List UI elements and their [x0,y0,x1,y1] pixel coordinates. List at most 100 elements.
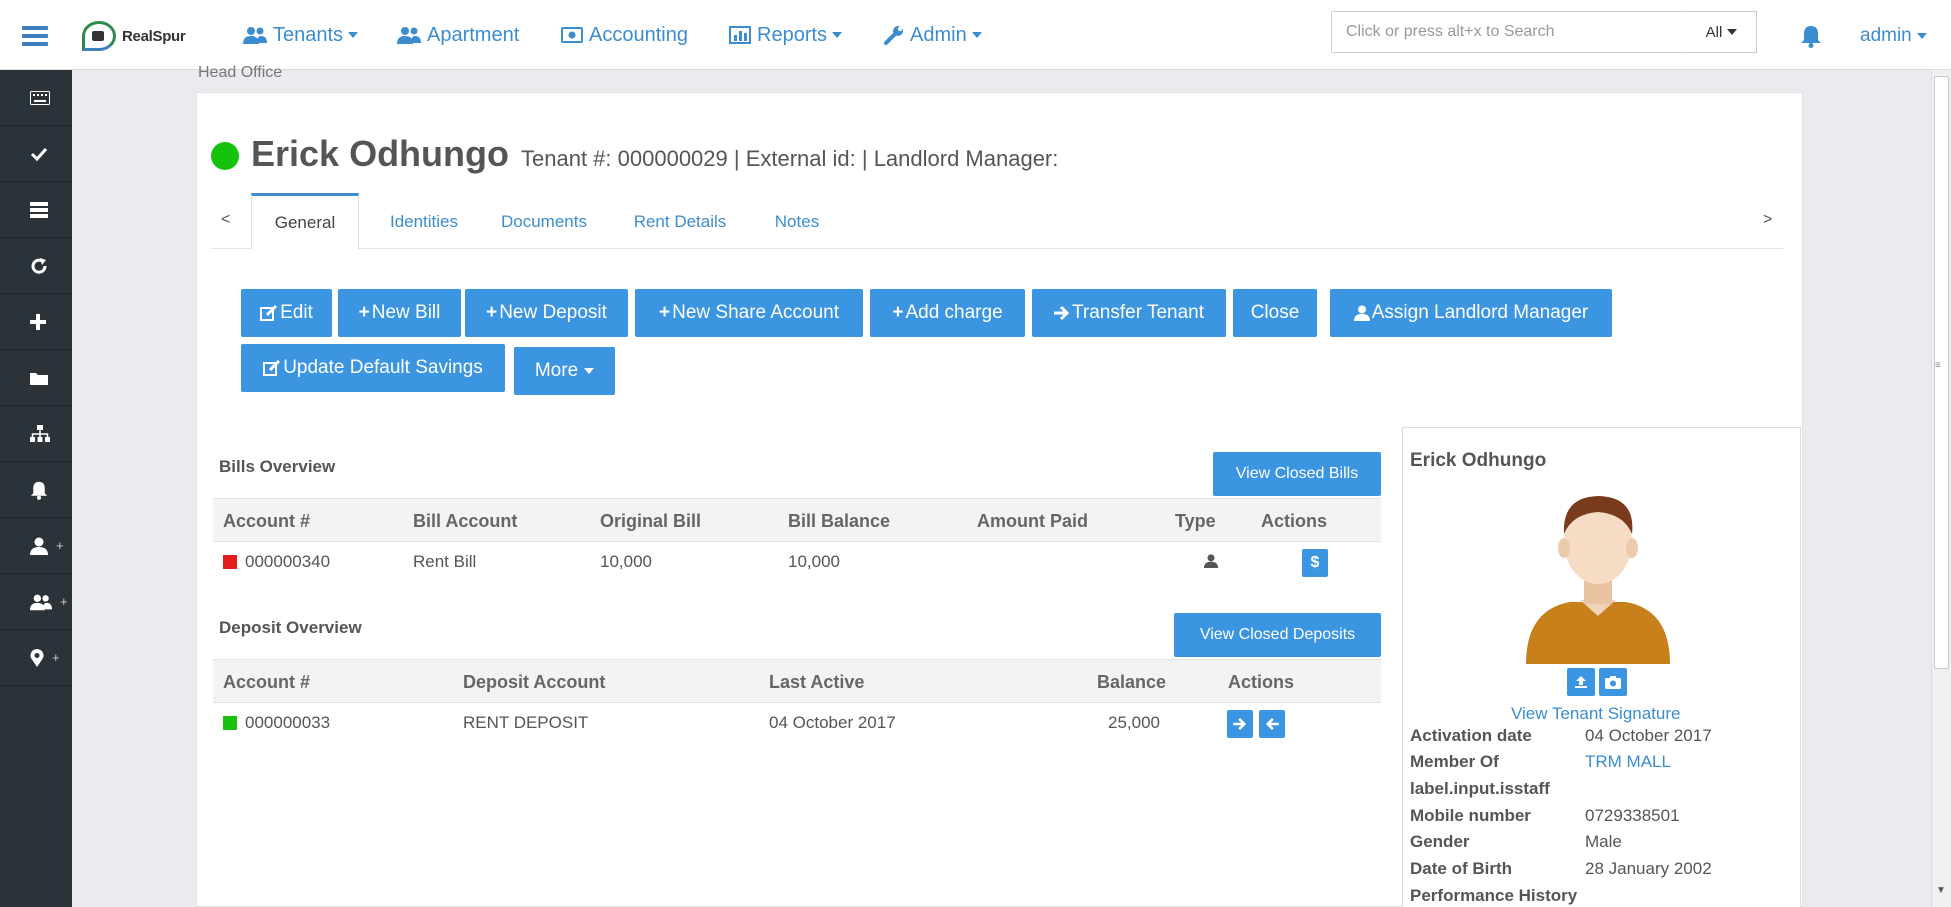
plus-icon: + [486,302,498,323]
search-input[interactable] [1332,12,1687,52]
breadcrumb: Head Office [198,64,282,82]
nav-accounting-label: Accounting [589,23,688,46]
info-value: 28 January 2002 [1585,859,1712,878]
hamburger-menu-icon[interactable] [22,26,48,46]
tab-scroll-right[interactable]: > [1763,211,1772,229]
caret-down-icon [348,32,359,38]
new-share-account-label: New Share Account [672,302,839,323]
nav-admin[interactable]: Admin [884,20,982,50]
tab-documents[interactable]: Documents [489,193,599,250]
add-charge-label: Add charge [905,302,1003,323]
more-dropdown-button[interactable]: More [514,347,615,395]
type-cell [1204,554,1218,568]
transfer-tenant-button[interactable]: Transfer Tenant [1032,289,1226,337]
update-default-savings-button[interactable]: Update Default Savings [241,344,505,392]
tab-notes[interactable]: Notes [761,193,833,250]
nav-apartment[interactable]: Apartment [397,20,519,50]
original-bill: 10,000 [600,552,652,571]
bill-balance: 10,000 [788,552,840,571]
sidebar-item-location[interactable]: + [0,630,72,686]
sidebar-item-notifications[interactable] [0,462,72,518]
users-icon [243,27,267,44]
sidebar-item-sitemap[interactable] [0,406,72,462]
tenant-meta: Tenant #: 000000029 | External id: | Lan… [521,146,1059,171]
server-icon [30,201,48,218]
nav-apartment-label: Apartment [427,23,520,46]
info-row-performance-history: Performance History [1410,886,1670,907]
info-label: Mobile number [1410,806,1531,825]
transfer-tenant-label: Transfer Tenant [1071,302,1205,323]
sidebar-item-user[interactable]: + [0,518,72,574]
wrench-icon [884,26,903,45]
deposit-account-number-text: 000000033 [245,713,331,732]
expand-plus-icon: + [60,594,68,609]
more-label: More [534,360,579,381]
user-menu[interactable]: admin [1860,21,1927,51]
user-icon [30,537,48,555]
scrollbar-thumb[interactable] [1934,76,1949,669]
search-scope-dropdown[interactable]: All [1687,11,1757,53]
bar-chart-icon [729,26,751,44]
sidebar-item-keyboard[interactable] [0,70,72,126]
view-tenant-signature-link[interactable]: View Tenant Signature [1511,704,1681,724]
refresh-icon [31,257,47,274]
nav-reports[interactable]: Reports [729,20,843,50]
info-row-gender: Gender Male [1410,832,1622,858]
assign-landlord-manager-button[interactable]: Assign Landlord Manager [1330,289,1612,337]
sidebar-item-folder[interactable] [0,350,72,406]
edit-icon [260,305,278,321]
top-navbar: RealSpur Tenants Apartment Accounting Re… [0,0,1951,70]
new-share-account-button[interactable]: + New Share Account [635,289,863,337]
sidebar-item-refresh[interactable] [0,238,72,294]
status-square [223,716,237,730]
bill-account-number[interactable]: 000000340 [223,552,330,572]
page-scrollbar[interactable]: ≡ ▼ [1931,70,1951,907]
plus-icon: + [659,302,671,323]
profile-panel: Erick Odhungo View Tenant Signature Acti… [1402,427,1801,907]
sidebar: + + + [0,70,72,907]
new-bill-button[interactable]: + New Bill [338,289,461,337]
upload-picture-button[interactable] [1567,668,1595,696]
deposit-overview-title: Deposit Overview [219,618,362,637]
capture-picture-button[interactable] [1599,668,1627,696]
scroll-down-arrow-icon[interactable]: ▼ [1936,885,1946,896]
deposit-action-out-button[interactable] [1259,710,1285,738]
edit-button[interactable]: Edit [241,289,332,337]
pay-bill-button[interactable]: $ [1302,549,1328,577]
tab-scroll-left[interactable]: < [221,211,230,229]
search-box [1331,11,1688,53]
app-logo[interactable]: RealSpur [82,17,204,55]
deposit-action-in-button[interactable] [1227,710,1253,738]
info-value: Male [1585,832,1622,851]
column-header: Original Bill [600,511,702,531]
new-deposit-button[interactable]: + New Deposit [465,289,628,337]
sidebar-item-users[interactable]: + [0,574,72,630]
tab-rent-details[interactable]: Rent Details [619,193,741,250]
keyboard-icon [30,90,50,105]
member-of-link[interactable]: TRM MALL [1585,752,1671,778]
nav-accounting[interactable]: Accounting [561,20,688,50]
deposit-account-number[interactable]: 000000033 [223,713,330,733]
info-label: Gender [1410,832,1470,851]
deposits-table-header: Account # Deposit Account Last Active Ba… [213,659,1381,703]
nav-tenants[interactable]: Tenants [243,20,359,50]
sidebar-item-add[interactable] [0,294,72,350]
add-charge-button[interactable]: + Add charge [870,289,1025,337]
caret-down-icon [1727,29,1738,35]
sidebar-item-check[interactable] [0,126,72,182]
view-closed-deposits-button[interactable]: View Closed Deposits [1174,613,1381,657]
info-label: label.input.isstaff [1410,779,1550,798]
last-active: 04 October 2017 [769,713,896,732]
view-closed-bills-button[interactable]: View Closed Bills [1213,452,1381,496]
expand-plus-icon: + [52,650,60,665]
camera-icon [1605,675,1621,689]
arrow-left-icon [1265,718,1279,730]
notification-bell-icon[interactable] [1800,24,1822,48]
breadcrumb-head-office[interactable]: Head Office [198,64,282,81]
close-button[interactable]: Close [1233,289,1317,337]
column-header: Deposit Account [463,672,606,692]
info-row-date-of-birth: Date of Birth 28 January 2002 [1410,859,1712,885]
sidebar-item-server[interactable] [0,182,72,238]
tab-identities[interactable]: Identities [379,193,469,250]
tab-general[interactable]: General [251,193,359,250]
